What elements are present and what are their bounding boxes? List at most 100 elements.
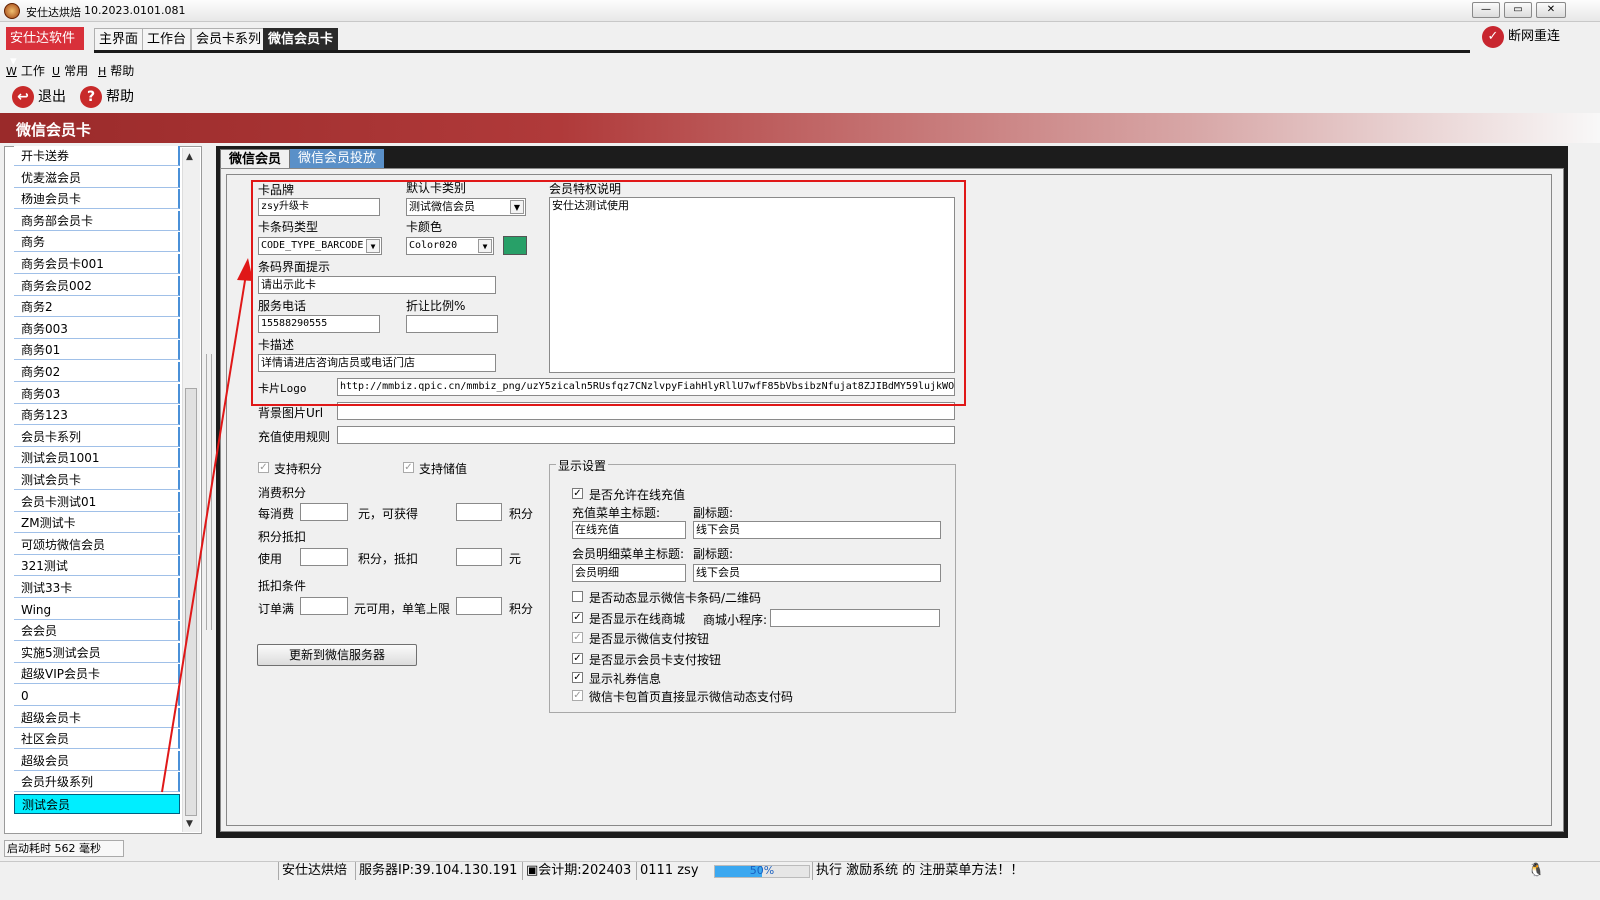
support-stored-label: 支持储值 bbox=[419, 462, 468, 476]
page-banner: 微信会员卡 bbox=[0, 113, 1600, 143]
reconnect-button[interactable]: ✓ 断网重连 bbox=[1482, 25, 1560, 49]
message-status: 执行 激励系统 的 注册菜单方法！！ bbox=[812, 862, 1026, 880]
reconnect-label: 断网重连 bbox=[1508, 29, 1561, 44]
recharge-menu-title-label: 充值菜单主标题: bbox=[572, 506, 661, 520]
tab-wechat-member-delivery[interactable]: 微信会员投放 bbox=[290, 149, 385, 169]
tab-wechat-member[interactable]: 微信会员 bbox=[220, 149, 291, 169]
list-item[interactable]: ZM测试卡 bbox=[14, 513, 180, 534]
status-bar-top bbox=[0, 838, 1600, 860]
list-item[interactable]: 杨迪会员卡 bbox=[14, 189, 180, 210]
list-item[interactable]: 商务03 bbox=[14, 383, 180, 404]
list-item[interactable]: 商务2 bbox=[14, 297, 180, 318]
list-item[interactable]: Wing bbox=[14, 599, 180, 620]
list-item[interactable]: 超级VIP会员卡 bbox=[14, 664, 180, 685]
help-button[interactable]: ? 帮助 bbox=[80, 85, 134, 109]
tab-workbench[interactable]: 工作台 bbox=[142, 28, 192, 50]
list-item[interactable]: 社区会员 bbox=[14, 729, 180, 750]
wechat-pay-checkbox[interactable]: ✓ bbox=[572, 632, 583, 643]
detail-subtitle-input[interactable]: 线下会员 bbox=[693, 564, 941, 582]
deduct-yuan-input[interactable] bbox=[456, 548, 502, 566]
mini-program-label: 商城小程序: bbox=[703, 613, 768, 627]
list-item[interactable]: 商务01 bbox=[14, 340, 180, 361]
home-paycode-checkbox[interactable]: ✓ bbox=[572, 690, 583, 701]
wechat-pay-label: 是否显示微信支付按钮 bbox=[589, 632, 710, 646]
allow-recharge-label: 是否允许在线充值 bbox=[589, 488, 686, 502]
update-wechat-server-button[interactable]: 更新到微信服务器 bbox=[257, 644, 417, 666]
exit-button[interactable]: ↩ 退出 bbox=[12, 85, 66, 109]
list-item[interactable]: 实施5测试会员 bbox=[14, 642, 180, 663]
list-item[interactable]: 开卡送券 bbox=[14, 146, 180, 166]
progress-label: 50% bbox=[749, 864, 775, 877]
list-item[interactable]: 会员卡系列 bbox=[14, 426, 180, 447]
list-item[interactable]: 商务部会员卡 bbox=[14, 210, 180, 231]
points-unit-label: 积分 bbox=[509, 507, 534, 521]
company-status: 安仕达烘焙 bbox=[278, 862, 350, 880]
dynamic-code-checkbox[interactable] bbox=[572, 591, 583, 602]
list-item[interactable]: 商务会员卡001 bbox=[14, 254, 180, 274]
show-mall-checkbox[interactable]: ✓ bbox=[572, 612, 583, 623]
order-full-input[interactable] bbox=[300, 597, 348, 615]
list-item[interactable]: 超级会员卡 bbox=[14, 707, 180, 728]
list-item[interactable]: 可颂坊微信会员 bbox=[14, 534, 180, 555]
points-deduct-title: 积分抵扣 bbox=[258, 530, 307, 544]
available-label: 元可用，单笔上限 bbox=[354, 602, 451, 616]
allow-recharge-checkbox[interactable]: ✓ bbox=[572, 488, 583, 499]
list-item[interactable]: 会员升级系列 bbox=[14, 772, 180, 793]
single-limit-input[interactable] bbox=[456, 597, 502, 615]
detail-menu-title-input[interactable]: 会员明细 bbox=[572, 564, 686, 582]
limit-points-unit-label: 积分 bbox=[509, 602, 534, 616]
highlight-box bbox=[251, 180, 966, 406]
detail-menu-title-label: 会员明细菜单主标题: bbox=[572, 547, 685, 561]
list-item[interactable]: 商务 bbox=[14, 232, 180, 253]
per-spend-input[interactable] bbox=[300, 503, 348, 521]
tab-wechat-card[interactable]: 微信会员卡 bbox=[263, 28, 339, 50]
check-icon: ✓ bbox=[1482, 25, 1504, 48]
home-paycode-label: 微信卡包首页直接显示微信动态支付码 bbox=[589, 690, 794, 704]
order-full-label: 订单满 bbox=[258, 602, 295, 616]
card-list: 开卡送券 优麦滋会员 杨迪会员卡 商务部会员卡 商务 商务会员卡001 商务会员002 商务2… bbox=[14, 146, 180, 824]
list-item[interactable]: 321测试 bbox=[14, 556, 180, 577]
list-item[interactable]: 测试会员1001 bbox=[14, 448, 180, 469]
menu-help[interactable]: H 帮助 bbox=[98, 62, 134, 79]
list-item[interactable]: 商务003 bbox=[14, 318, 180, 339]
recharge-subtitle-input[interactable]: 线下会员 bbox=[693, 521, 941, 539]
tab-card-series[interactable]: 会员卡系列 bbox=[191, 28, 267, 50]
list-item[interactable]: 会员卡测试01 bbox=[14, 491, 180, 512]
list-item[interactable]: 0 bbox=[14, 686, 180, 706]
recharge-menu-title-input[interactable]: 在线充值 bbox=[572, 521, 686, 539]
gift-info-checkbox[interactable]: ✓ bbox=[572, 672, 583, 683]
recharge-rule-label: 充值使用规则 bbox=[258, 430, 331, 444]
list-item[interactable]: 优麦滋会员 bbox=[14, 167, 180, 188]
recharge-rule-input[interactable] bbox=[337, 426, 955, 444]
scroll-up-icon[interactable]: ▲ bbox=[186, 152, 193, 162]
menu-work[interactable]: W 工作 bbox=[6, 62, 45, 79]
support-stored-checkbox[interactable]: ✓ bbox=[403, 462, 414, 473]
list-item[interactable]: 测试会员卡 bbox=[14, 470, 180, 490]
close-button[interactable]: ✕ bbox=[1536, 2, 1566, 18]
user-status: 0111 zsy bbox=[636, 862, 702, 880]
use-points-input[interactable] bbox=[300, 548, 348, 566]
get-points-input[interactable] bbox=[456, 503, 502, 521]
period-status: ▣会计期:202403 bbox=[522, 862, 634, 880]
list-item[interactable]: 测试33卡 bbox=[14, 578, 180, 598]
panel-splitter[interactable] bbox=[206, 354, 212, 630]
maximize-button[interactable]: ▭ bbox=[1504, 2, 1532, 18]
mini-program-input[interactable] bbox=[770, 609, 940, 627]
list-item[interactable]: 会会员 bbox=[14, 621, 180, 642]
tray-penguin-icon[interactable]: 🐧 bbox=[1528, 863, 1544, 878]
list-item[interactable]: 商务02 bbox=[14, 362, 180, 382]
scroll-thumb[interactable] bbox=[185, 388, 197, 816]
minimize-button[interactable]: — bbox=[1472, 2, 1500, 18]
yuan-unit-label: 元 bbox=[509, 552, 522, 566]
menu-common[interactable]: U 常用 bbox=[52, 62, 88, 79]
bg-url-label: 背景图片Url bbox=[258, 406, 324, 420]
brand-menu-button[interactable]: 安仕达软件 ▾ bbox=[6, 27, 84, 69]
list-item[interactable]: 商务123 bbox=[14, 405, 180, 426]
card-pay-checkbox[interactable]: ✓ bbox=[572, 653, 583, 664]
list-item[interactable]: 超级会员 bbox=[14, 750, 180, 771]
list-item[interactable]: 测试会员 bbox=[14, 794, 180, 814]
support-points-checkbox[interactable]: ✓ bbox=[258, 462, 269, 473]
list-item[interactable]: 商务会员002 bbox=[14, 275, 180, 296]
tab-main[interactable]: 主界面 bbox=[94, 28, 144, 50]
scroll-down-icon[interactable]: ▼ bbox=[186, 819, 193, 829]
